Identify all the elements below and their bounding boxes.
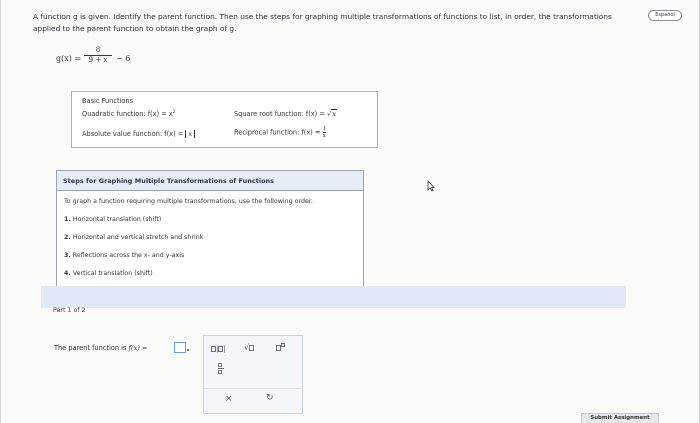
square-root-label: Square root function: f(x) = [234,110,327,118]
absolute-value-label: Absolute value function: f(x) = [82,130,186,138]
parent-function-question: The parent function is f(x) = [54,344,147,352]
page: A function g is given. Identify the pare… [0,0,700,423]
step-item: 2. Horizontal and vertical stretch and s… [64,234,203,241]
keypad-separator [204,388,302,389]
fraction-key-icon[interactable] [218,363,224,374]
reciprocal-function: Reciprocal function: f(x) = 1x [234,126,327,139]
math-keypad: | | √ × ↻ [203,335,303,414]
problem-statement: A function g is given. Identify the pare… [33,11,633,35]
g-function-constant: − 6 [116,54,131,63]
g-function-numerator: 8 [95,46,101,54]
reciprocal-label: Reciprocal function: f(x) = [234,128,323,137]
absolute-value-var: x [185,130,196,138]
sentence-period [187,349,189,351]
basic-functions-box: Basic Functions Quadratic function: f(x)… [71,91,378,148]
step-text: Reflections across the x- and y-axis [72,252,185,259]
part-indicator: Part 1 of 2 [53,307,86,314]
part-header-bar [41,286,626,308]
reciprocal-numerator: 1 [322,126,327,132]
square-root-function: Square root function: f(x) = √x [234,109,337,118]
square-root-var: x [331,109,337,118]
step-text: Vertical translation (shift) [72,270,153,277]
reciprocal-denominator: x [322,132,327,139]
absolute-value-key-icon[interactable]: | | [211,344,226,353]
submit-assignment-button[interactable]: Submit Assignment [581,413,659,423]
step-number: 4. [64,270,71,277]
step-number: 2. [64,234,71,241]
quadratic-exponent: 2 [172,110,176,115]
step-item: 4. Vertical translation (shift) [64,270,153,277]
problem-line-1: A function g is given. Identify the pare… [33,12,612,21]
g-function-denominator: 9 + x [88,56,108,64]
steps-intro: To graph a function requiring multiple t… [64,198,313,205]
basic-functions-title: Basic Functions [82,97,134,105]
steps-box: Steps for Graphing Multiple Transformati… [56,170,364,288]
superscript-key-icon[interactable] [276,343,285,352]
step-text: Horizontal and vertical stretch and shri… [72,234,204,241]
g-function-fraction: 8 9 + x [84,46,112,65]
undo-key-icon[interactable]: ↻ [266,393,274,403]
square-root-key-icon[interactable]: √ [244,343,255,352]
square-root-symbol: √x [326,109,337,118]
problem-line-2: applied to the parent function to obtain… [33,24,237,33]
step-number: 1. [64,216,71,223]
step-item: 1. Horizontal translation (shift) [64,216,161,223]
reciprocal-fraction: 1x [322,126,327,139]
quadratic-function: Quadratic function: f(x) = x2 [82,110,176,118]
steps-title: Steps for Graphing Multiple Transformati… [57,171,363,191]
g-function-lhs: g(x) = [56,54,82,63]
clear-key-icon[interactable]: × [225,394,233,404]
step-text: Horizontal translation (shift) [72,216,162,223]
quadratic-function-label: Quadratic function: f(x) = x [82,110,173,119]
mouse-cursor-icon [427,180,435,192]
question-math: f(x) = [128,344,148,352]
answer-input[interactable] [174,342,186,353]
question-prefix: The parent function is [54,344,129,352]
step-item: 3. Reflections across the x- and y-axis [64,252,184,259]
step-number: 3. [64,252,71,259]
absolute-value-function: Absolute value function: f(x) = x [82,130,196,138]
language-button[interactable]: Español [648,10,682,21]
